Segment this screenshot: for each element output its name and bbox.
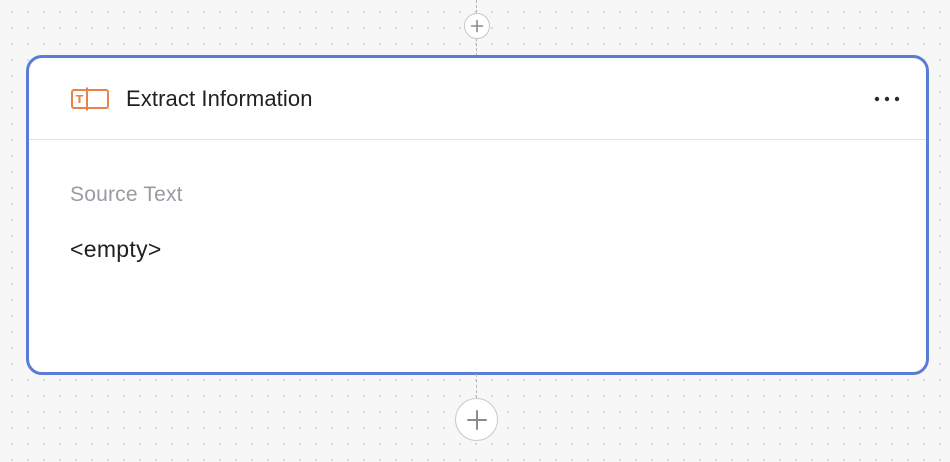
add-step-button-top[interactable] — [464, 13, 490, 39]
add-step-button-bottom[interactable] — [455, 398, 498, 441]
field-label-source-text: Source Text — [70, 183, 183, 206]
plus-icon — [470, 19, 484, 33]
extract-text-icon: T — [70, 87, 110, 111]
svg-text:T: T — [76, 93, 84, 106]
field-value-source-text: <empty> — [70, 236, 162, 262]
node-body: Source Text <empty> — [29, 140, 926, 263]
workflow-node-card[interactable]: T Extract Information Source Text <empty… — [26, 55, 929, 375]
node-menu-button[interactable] — [872, 86, 902, 112]
node-header: T Extract Information — [29, 58, 926, 140]
plus-icon — [466, 409, 487, 430]
more-horizontal-icon — [874, 96, 900, 102]
node-title: Extract Information — [126, 85, 313, 111]
